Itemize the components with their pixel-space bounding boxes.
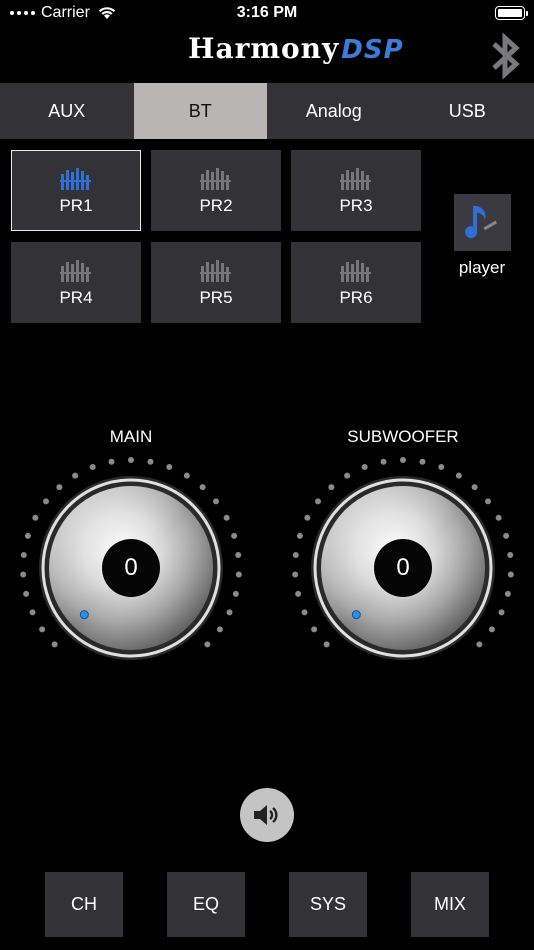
equalizer-icon [340,167,371,190]
nav-eq-button[interactable]: EQ [167,872,245,937]
bluetooth-icon[interactable] [486,30,526,82]
knob-scale-dot [471,484,478,491]
preset-label: PR3 [339,195,373,215]
knob-scale-dot [328,484,335,491]
knob-scale-dot [128,457,134,463]
music-note-icon [464,205,497,238]
knob-scale-dot [235,571,242,578]
tab-usb[interactable]: USB [401,83,534,139]
knob-scale-dot [380,458,387,465]
knob-scale-dot [51,641,58,648]
knob-scale-dot [485,498,492,505]
tab-analog[interactable]: Analog [267,83,401,139]
tab-bt[interactable]: BT [133,83,267,139]
knob-indicator [79,610,89,620]
knob-scale-dot [296,532,303,539]
knob-scale-dot [323,641,330,648]
battery-icon [495,6,528,20]
knob-scale-dot [235,551,242,558]
knob-scale-dot [20,551,27,558]
knob-scale-dot [498,609,505,616]
preset-label: PR5 [199,287,233,307]
preset-label: PR1 [59,195,93,215]
logo-accent-text: DSP [341,35,404,65]
knob-scale-dot [311,626,318,633]
equalizer-icon [60,259,91,282]
knob-scale-dot [504,590,511,597]
knob-scale-dot [24,532,31,539]
knob-scale-dot [495,514,502,521]
knob-scale-dot [507,551,514,558]
knob-scale-dot [183,472,190,479]
knob-scale-dot [213,498,220,505]
knob-scale-dot [39,626,46,633]
knob-scale-dot [56,484,63,491]
player-label: player [458,258,506,277]
knob-scale-dot [344,472,351,479]
knob-scale-dot [231,532,238,539]
knob-scale-dot [314,498,321,505]
preset-label: PR2 [199,195,233,215]
preset-button-pr6[interactable]: PR6 [291,242,421,323]
knob-scale-dot [232,590,239,597]
mute-button[interactable] [240,788,294,842]
knob-scale-dot [89,464,96,471]
preset-button-pr1[interactable]: PR1 [11,150,141,231]
knob-scale-dot [42,498,49,505]
app-logo: Harmony DSP [188,32,404,72]
preset-button-pr2[interactable]: PR2 [151,150,281,231]
knob-scale-dot [476,641,483,648]
preset-label: PR4 [59,287,93,307]
preset-button-pr3[interactable]: PR3 [291,150,421,231]
equalizer-icon [200,259,231,282]
nav-mix-button[interactable]: MIX [411,872,489,937]
preset-button-pr4[interactable]: PR4 [11,242,141,323]
knob-scale-dot [503,532,510,539]
knob-scale-dot [147,458,154,465]
knob-scale-dot [361,464,368,471]
knob-scale-dot [295,590,302,597]
main-knob-title: MAIN [109,427,153,446]
status-time: 3:16 PM [236,4,298,21]
equalizer-icon [60,167,91,190]
knob-scale-dot [108,458,115,465]
knob-scale-dot [32,514,39,521]
knob-scale-dot [438,464,445,471]
knob-scale-dot [72,472,79,479]
player-button[interactable] [454,194,511,251]
preset-button-pr5[interactable]: PR5 [151,242,281,323]
subwoofer-knob-title: SUBWOOFER [347,427,459,446]
knob-scale-dot [20,571,27,578]
knob-indicator [351,610,361,620]
knob-scale-dot [304,514,311,521]
knob-scale-dot [29,609,36,616]
knob-scale-dot [223,514,230,521]
knob-scale-dot [23,590,30,597]
equalizer-icon [200,167,231,190]
knob-scale-dot [199,484,206,491]
knob-scale-dot [400,457,406,463]
nav-ch-button[interactable]: CH [45,872,123,937]
subwoofer-knob-value: 0 [396,554,410,581]
nav-sys-button[interactable]: SYS [289,872,367,937]
knob-scale-dot [419,458,426,465]
logo-main-text: Harmony [188,32,340,65]
knob-scale-dot [204,641,211,648]
equalizer-icon [340,259,371,282]
knob-scale-dot [455,472,462,479]
knob-scale-dot [226,609,233,616]
speaker-icon [254,805,278,825]
knob-scale-dot [216,626,223,633]
tab-aux[interactable]: AUX [0,83,134,139]
knob-scale-dot [292,571,299,578]
knob-scale-dot [488,626,495,633]
source-tabs: AUX BT Analog USB [0,83,534,139]
knob-scale-dot [166,464,173,471]
knob-scale-dot [507,571,514,578]
status-bar: Carrier 3:16 PM [0,0,534,28]
knob-scale-dot [301,609,308,616]
main-knob-value: 0 [124,554,138,581]
knob-scale-dot [292,551,299,558]
preset-label: PR6 [339,287,373,307]
